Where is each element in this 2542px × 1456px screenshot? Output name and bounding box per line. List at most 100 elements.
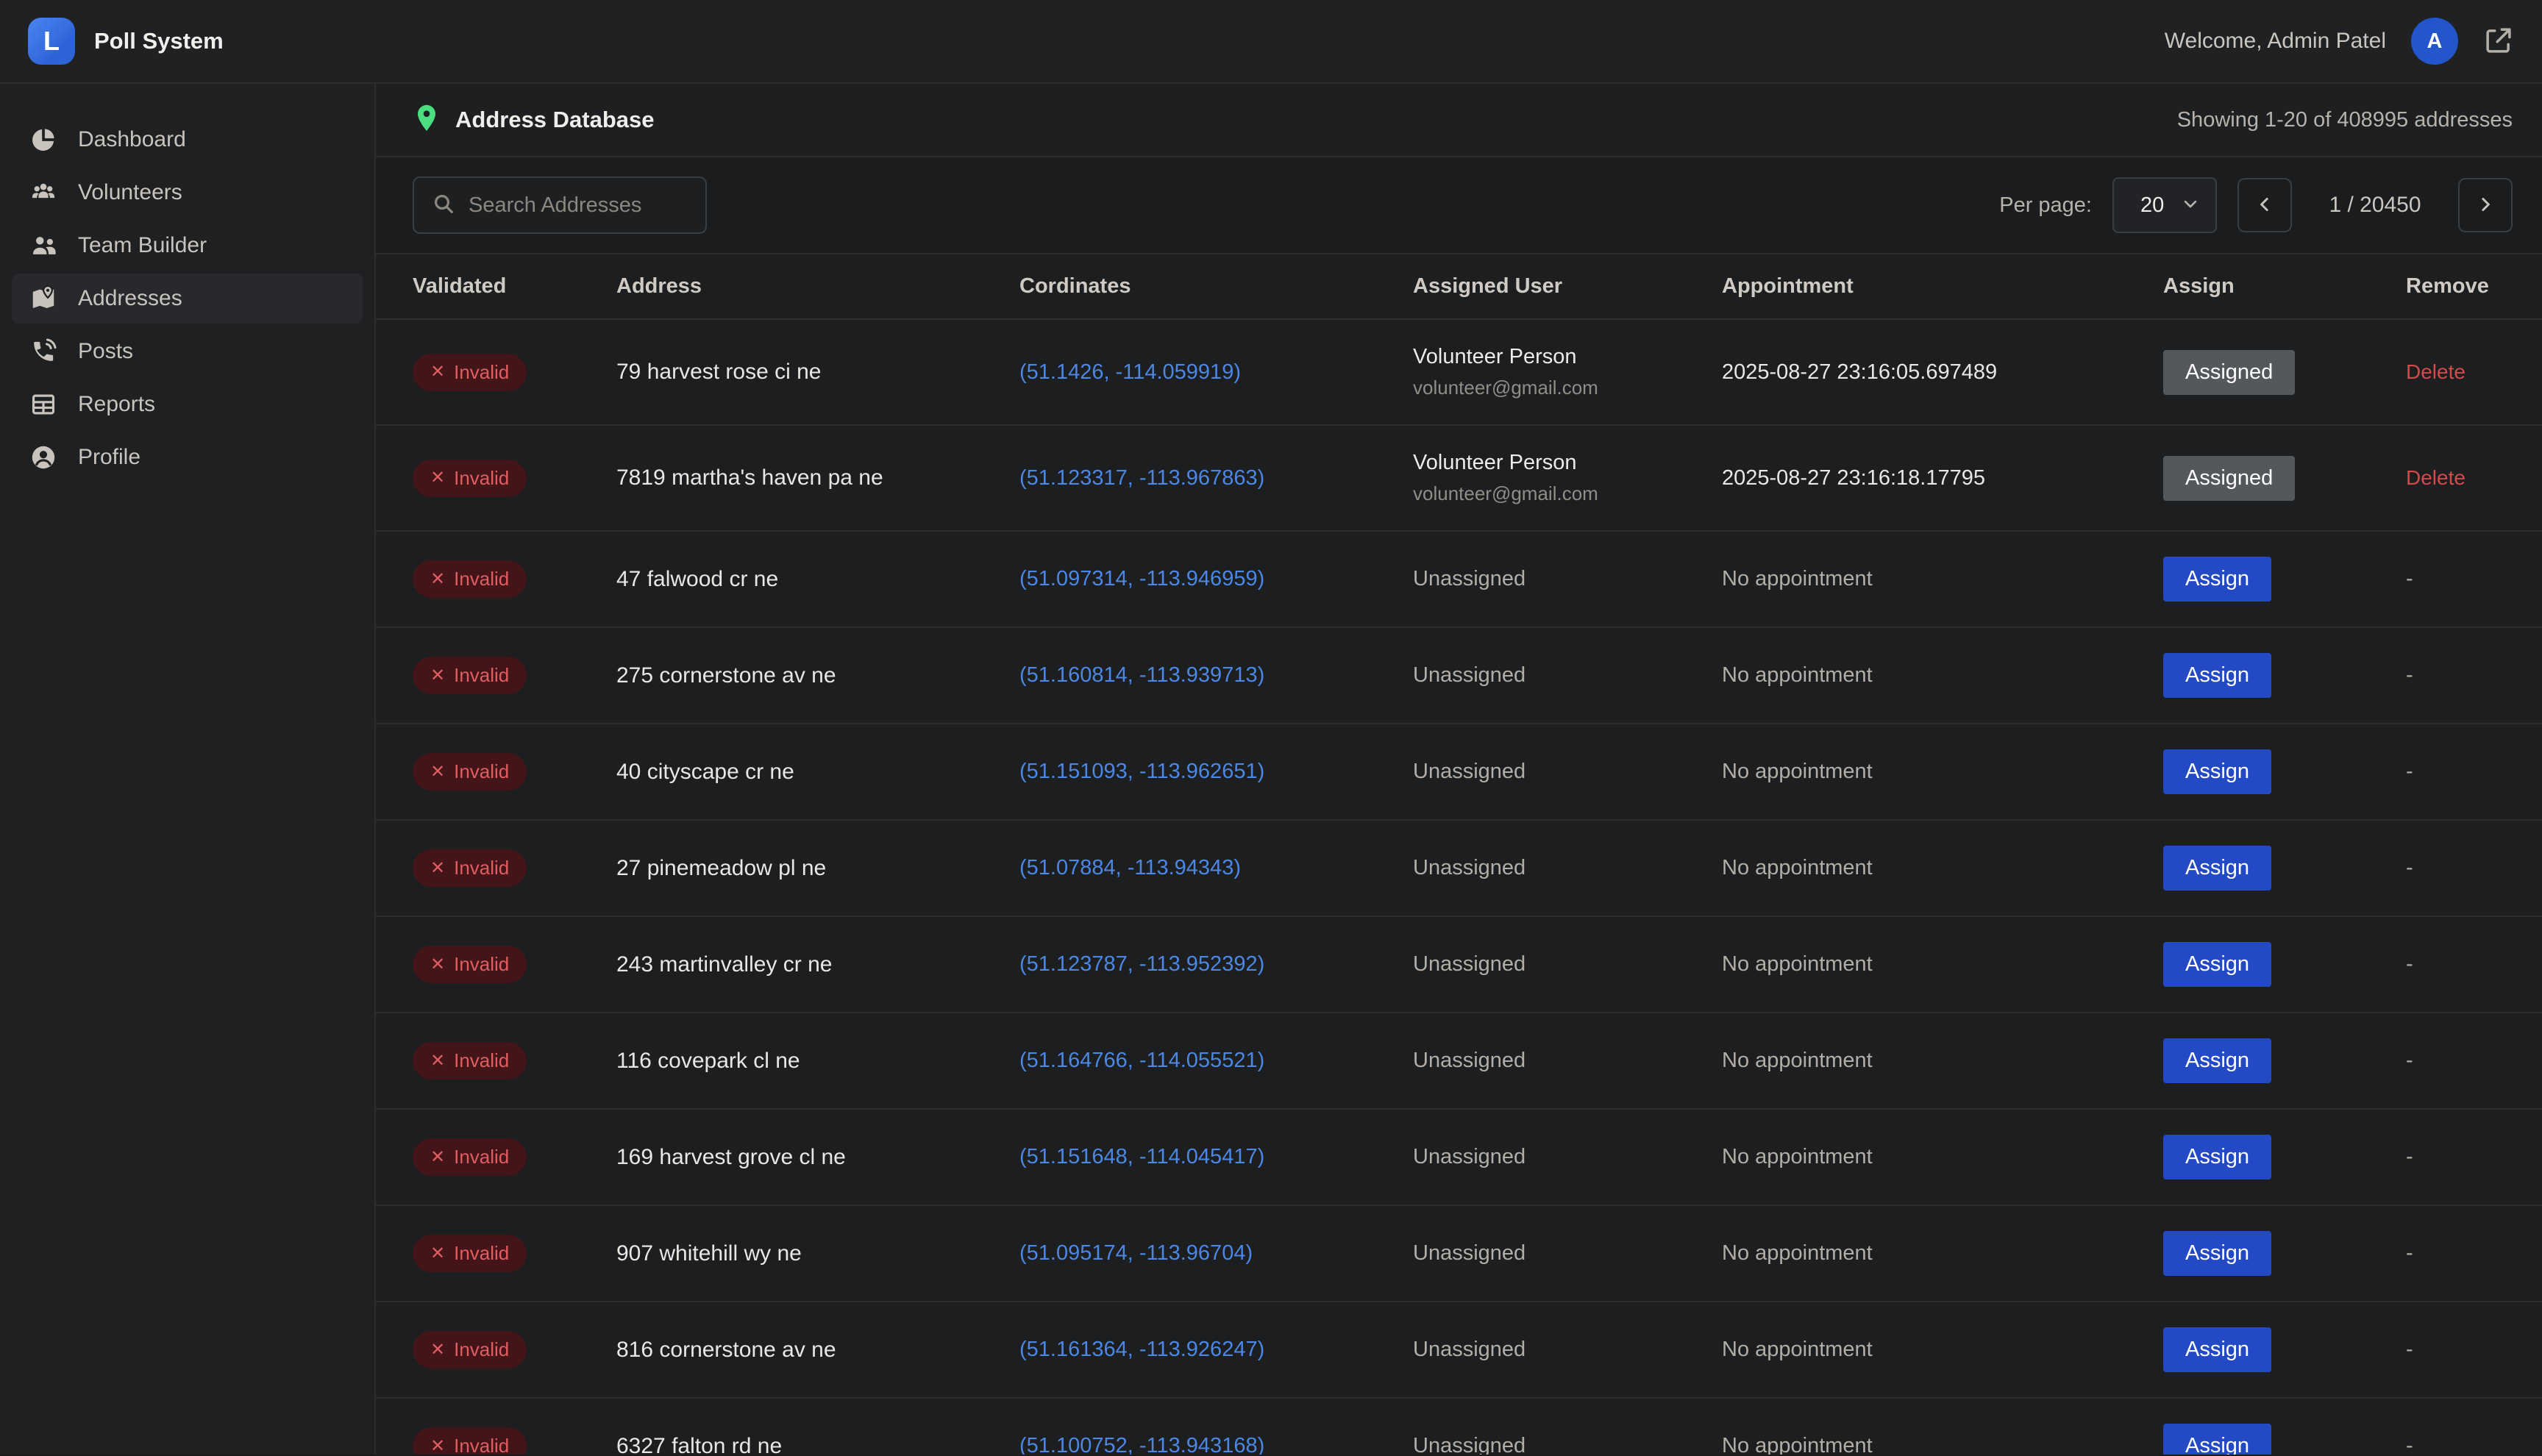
prev-page-button[interactable]	[2237, 178, 2292, 232]
assigned-user-cell: Unassigned	[1413, 1013, 1722, 1109]
unassigned-text: Unassigned	[1413, 1049, 1707, 1073]
column-header-cordinates: Cordinates	[1019, 254, 1413, 319]
chevron-down-icon	[2180, 193, 2201, 218]
coordinates-link[interactable]: (51.123787, -113.952392)	[1019, 952, 1264, 976]
invalid-label: Invalid	[454, 857, 509, 879]
unassigned-text: Unassigned	[1413, 1241, 1707, 1266]
coordinates-link[interactable]: (51.1426, -114.059919)	[1019, 360, 1241, 384]
address-text: 7819 martha's haven pa ne	[616, 465, 883, 490]
coordinates-link[interactable]: (51.097314, -113.946959)	[1019, 567, 1264, 590]
team-icon	[29, 232, 57, 260]
x-icon: ✕	[430, 571, 445, 588]
column-header-assign: Assign	[2163, 254, 2406, 319]
x-icon: ✕	[430, 667, 445, 685]
no-remove-dash: -	[2406, 663, 2413, 687]
page-header: Address Database Showing 1-20 of 408995 …	[376, 84, 2542, 157]
assign-button[interactable]: Assign	[2163, 1231, 2271, 1276]
sidebar-item-posts[interactable]: Posts	[12, 326, 363, 377]
sidebar-item-team-builder[interactable]: Team Builder	[12, 221, 363, 271]
no-remove-dash: -	[2406, 760, 2413, 783]
coordinates-link[interactable]: (51.07884, -113.94343)	[1019, 856, 1241, 879]
appointment-text: No appointment	[1722, 567, 1873, 590]
assign-button[interactable]: Assign	[2163, 1424, 2271, 1455]
map-pin-icon	[413, 103, 441, 138]
map-icon	[29, 285, 57, 313]
next-page-button[interactable]	[2458, 178, 2513, 232]
sidebar-item-reports[interactable]: Reports	[12, 379, 363, 429]
delete-link[interactable]: Delete	[2406, 360, 2466, 383]
coordinates-link[interactable]: (51.161364, -113.926247)	[1019, 1338, 1264, 1361]
user-email: volunteer@gmail.com	[1413, 482, 1707, 505]
sidebar-item-dashboard[interactable]: Dashboard	[12, 115, 363, 165]
appointment-text: 2025-08-27 23:16:05.697489	[1722, 360, 1997, 384]
column-header-validated: Validated	[376, 254, 616, 319]
address-text: 47 falwood cr ne	[616, 567, 778, 591]
invalid-badge: ✕ Invalid	[413, 849, 527, 887]
x-icon: ✕	[430, 956, 445, 974]
topbar: L Poll System Welcome, Admin Patel A	[0, 0, 2542, 84]
sidebar-item-profile[interactable]: Profile	[12, 432, 363, 482]
assign-button[interactable]: Assigned	[2163, 350, 2295, 395]
address-text: 6327 falton rd ne	[616, 1434, 782, 1455]
no-remove-dash: -	[2406, 856, 2413, 879]
x-icon: ✕	[430, 763, 445, 781]
assign-button[interactable]: Assign	[2163, 846, 2271, 891]
no-remove-dash: -	[2406, 1434, 2413, 1455]
user-email: volunteer@gmail.com	[1413, 377, 1707, 399]
appointment-text: No appointment	[1722, 856, 1873, 879]
assign-button[interactable]: Assign	[2163, 1135, 2271, 1180]
assigned-user-cell: Unassigned	[1413, 724, 1722, 820]
sidebar-item-volunteers[interactable]: Volunteers	[12, 168, 363, 218]
invalid-label: Invalid	[454, 1338, 509, 1361]
assign-button[interactable]: Assign	[2163, 1327, 2271, 1372]
phone-volume-icon	[29, 338, 57, 365]
x-icon: ✕	[430, 363, 445, 381]
table-row: ✕ Invalid 816 cornerstone av ne (51.1613…	[376, 1302, 2542, 1398]
search-icon	[432, 192, 455, 219]
sidebar-item-label: Profile	[78, 445, 140, 470]
invalid-label: Invalid	[454, 361, 509, 384]
coordinates-link[interactable]: (51.164766, -114.055521)	[1019, 1049, 1264, 1072]
assign-button[interactable]: Assign	[2163, 653, 2271, 698]
assign-button[interactable]: Assigned	[2163, 456, 2295, 501]
main-content: Address Database Showing 1-20 of 408995 …	[376, 84, 2542, 1455]
chevron-right-icon	[2474, 193, 2496, 218]
no-remove-dash: -	[2406, 1241, 2413, 1265]
user-name: Volunteer Person	[1413, 451, 1707, 475]
avatar[interactable]: A	[2411, 18, 2458, 65]
coordinates-link[interactable]: (51.151093, -113.962651)	[1019, 760, 1264, 783]
invalid-label: Invalid	[454, 1146, 509, 1168]
external-link-button[interactable]	[2483, 25, 2514, 58]
no-remove-dash: -	[2406, 567, 2413, 590]
sidebar-item-addresses[interactable]: Addresses	[12, 274, 363, 324]
assign-button[interactable]: Assign	[2163, 942, 2271, 987]
page-title: Address Database	[455, 107, 655, 133]
assign-button[interactable]: Assign	[2163, 557, 2271, 602]
coordinates-link[interactable]: (51.160814, -113.939713)	[1019, 663, 1264, 687]
coordinates-link[interactable]: (51.151648, -114.045417)	[1019, 1145, 1264, 1168]
coordinates-link[interactable]: (51.100752, -113.943168)	[1019, 1434, 1264, 1455]
unassigned-text: Unassigned	[1413, 567, 1707, 591]
invalid-label: Invalid	[454, 467, 509, 490]
table-row: ✕ Invalid 79 harvest rose ci ne (51.1426…	[376, 319, 2542, 425]
appointment-text: No appointment	[1722, 1241, 1873, 1265]
address-text: 907 whitehill wy ne	[616, 1241, 802, 1266]
column-header-remove: Remove	[2406, 254, 2542, 319]
address-text: 243 martinvalley cr ne	[616, 952, 832, 977]
invalid-badge: ✕ Invalid	[413, 1331, 527, 1368]
avatar-letter: A	[2427, 29, 2443, 54]
assigned-user-cell: Volunteer Person volunteer@gmail.com	[1413, 319, 1722, 425]
delete-link[interactable]: Delete	[2406, 466, 2466, 489]
appointment-text: No appointment	[1722, 1145, 1873, 1168]
table-row: ✕ Invalid 6327 falton rd ne (51.100752, …	[376, 1398, 2542, 1455]
per-page-label: Per page:	[1999, 193, 2092, 218]
sidebar-item-label: Volunteers	[78, 180, 182, 205]
no-remove-dash: -	[2406, 952, 2413, 976]
assign-button[interactable]: Assign	[2163, 1038, 2271, 1083]
user-name: Volunteer Person	[1413, 345, 1707, 369]
coordinates-link[interactable]: (51.095174, -113.96704)	[1019, 1241, 1253, 1265]
assign-button[interactable]: Assign	[2163, 749, 2271, 794]
search-input[interactable]	[469, 193, 688, 218]
per-page-select[interactable]: 20	[2112, 177, 2217, 233]
coordinates-link[interactable]: (51.123317, -113.967863)	[1019, 466, 1264, 490]
